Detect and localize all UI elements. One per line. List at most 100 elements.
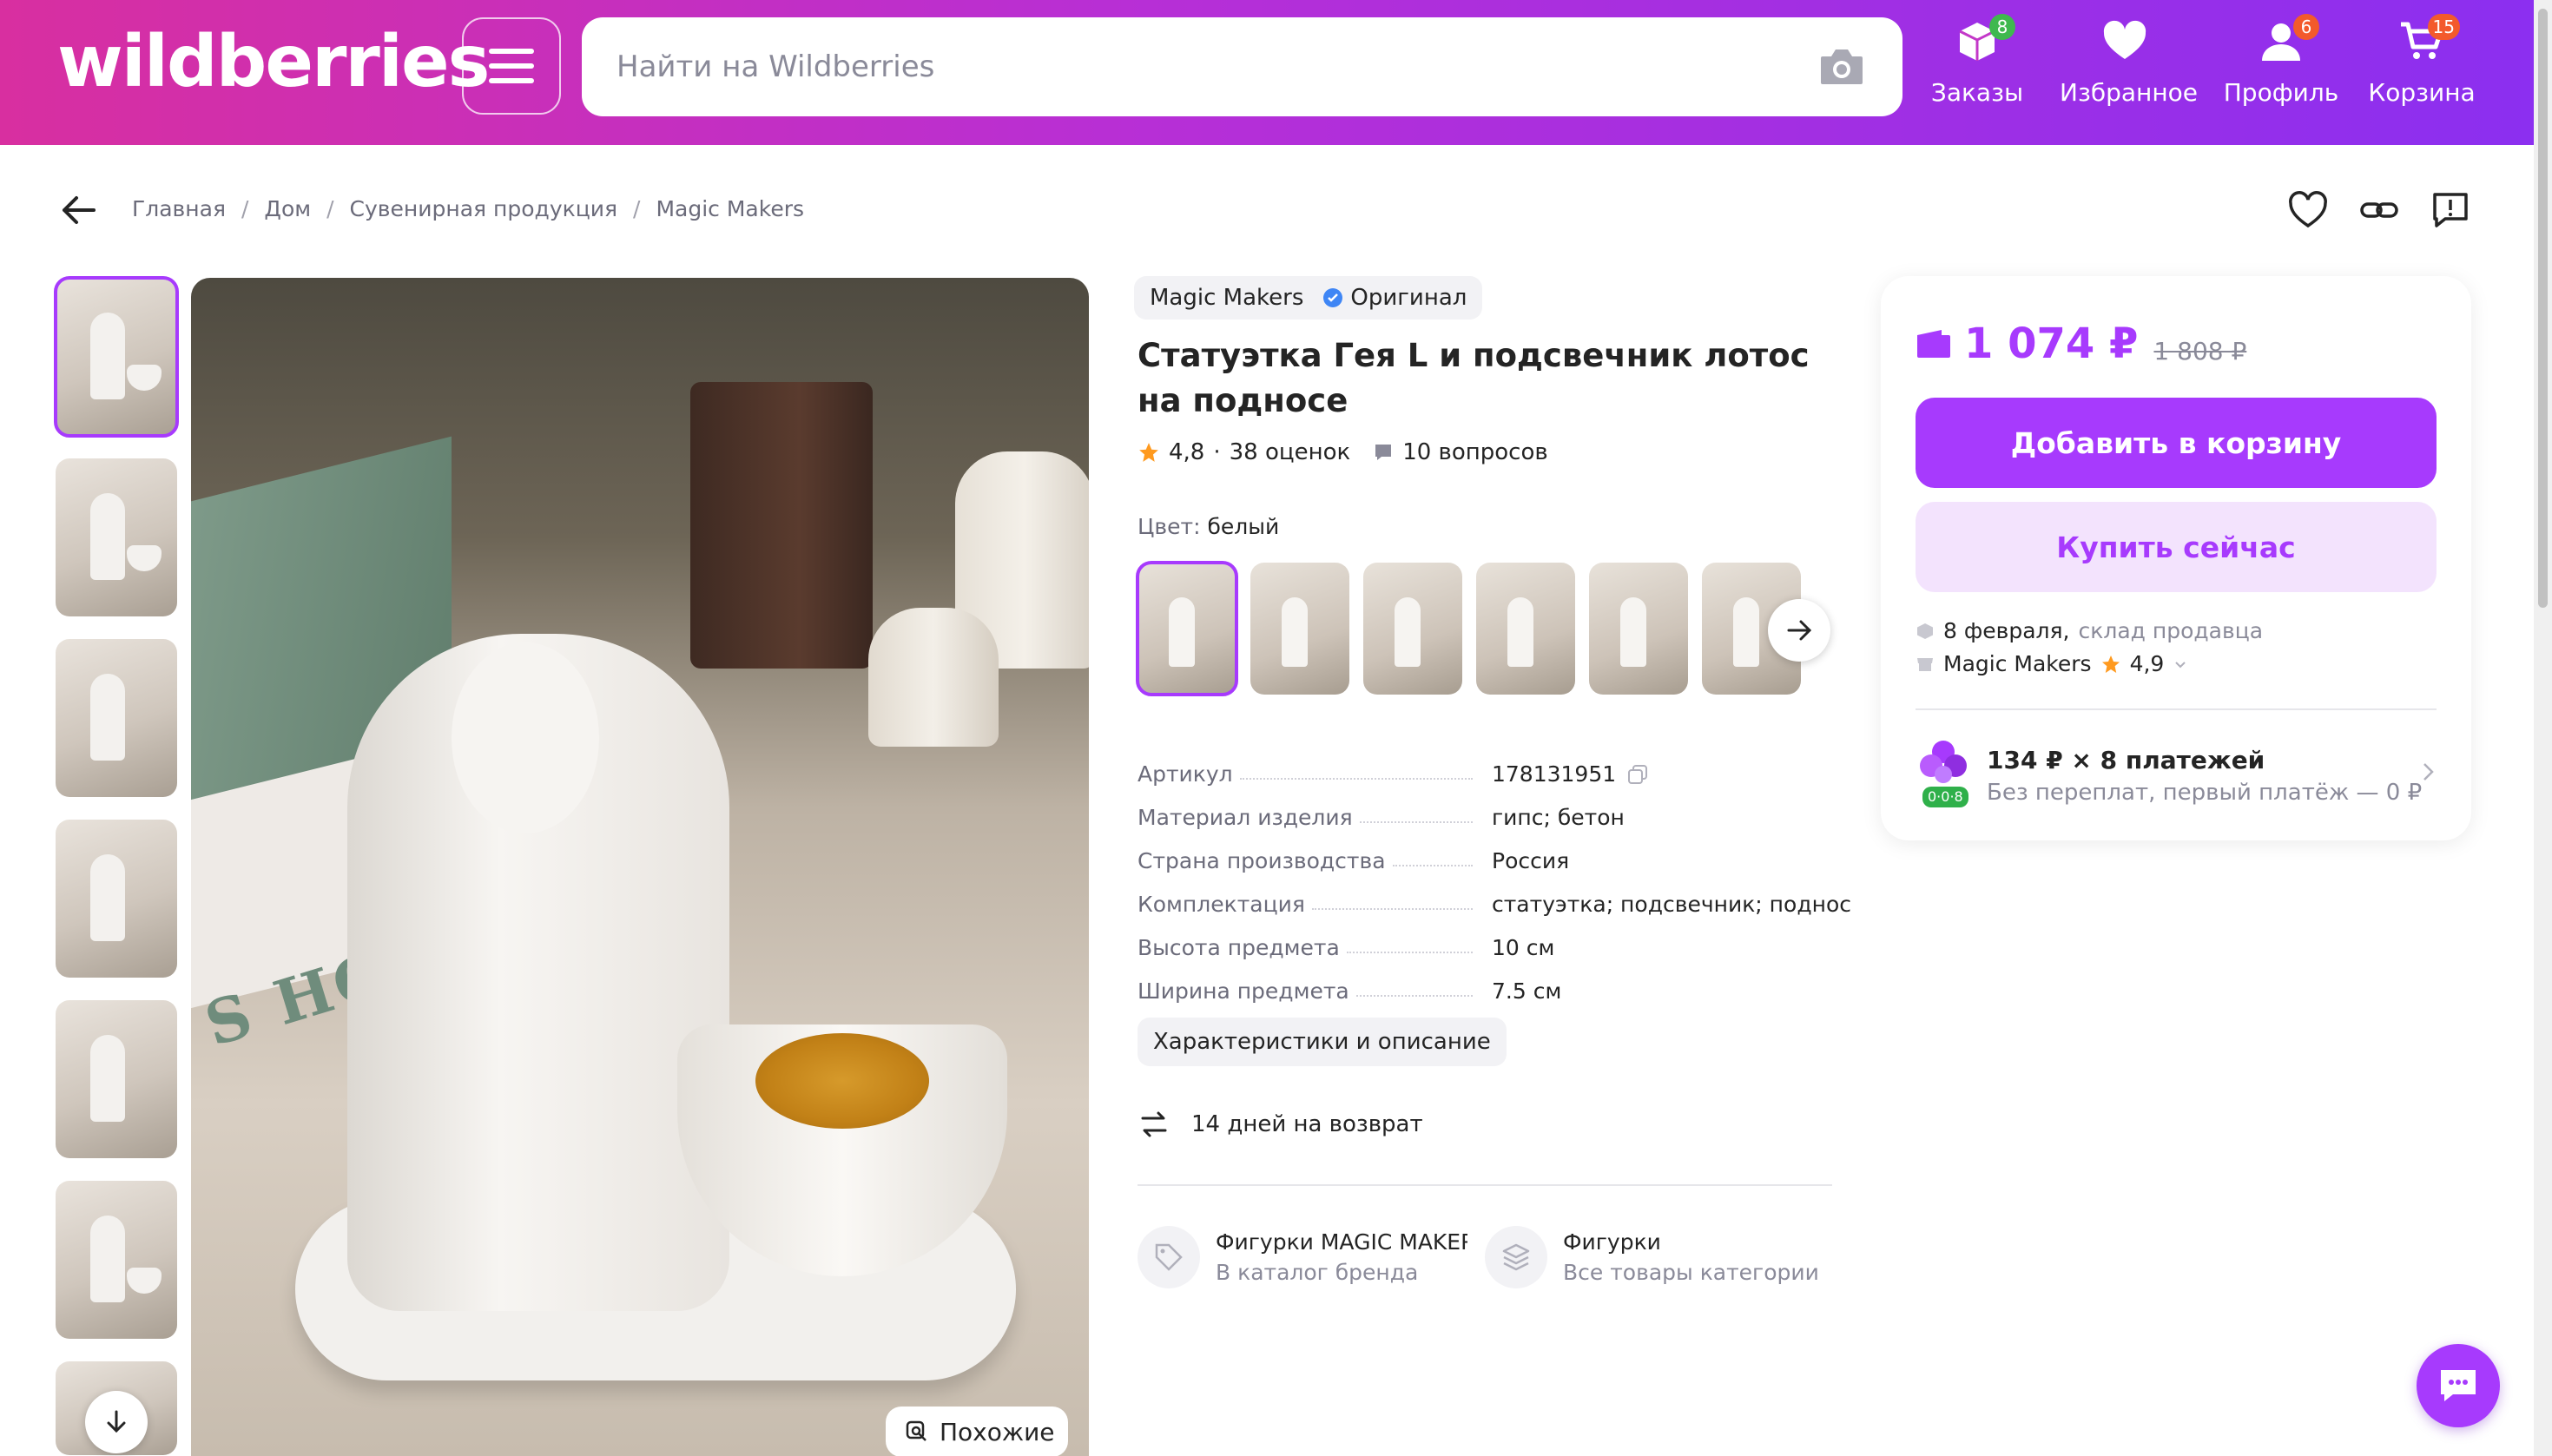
cart-badge: 15 bbox=[2427, 14, 2460, 40]
description-button[interactable]: Характеристики и описание bbox=[1138, 1018, 1507, 1066]
chat-bubble-icon bbox=[2441, 1370, 2476, 1401]
nav-orders[interactable]: 8 Заказы bbox=[1912, 14, 2042, 122]
spec-row: Артикул 178131951 bbox=[1138, 743, 1832, 787]
breadcrumb-brand[interactable]: Magic Makers bbox=[656, 196, 804, 221]
swatches-next-button[interactable] bbox=[1768, 599, 1830, 662]
thumbnail[interactable] bbox=[56, 639, 177, 797]
brand-name: Magic Makers bbox=[1150, 285, 1304, 311]
color-swatch[interactable] bbox=[1363, 563, 1462, 695]
wildberries-logo[interactable]: wildberries bbox=[57, 19, 490, 106]
thumbnail-list bbox=[54, 276, 179, 1455]
installment-block[interactable]: 0·0·8 134 ₽ × 8 платежей Без переплат, п… bbox=[1916, 736, 2437, 814]
category-link[interactable]: Фигурки Все товары категории bbox=[1485, 1226, 1819, 1288]
chat-button[interactable] bbox=[2417, 1344, 2500, 1427]
delivery-info: 8 февраля, склад продавца Magic Makers 4,… bbox=[1916, 615, 2263, 681]
menu-button[interactable] bbox=[462, 17, 561, 115]
brand-chip[interactable]: Magic Makers Оригинал bbox=[1134, 276, 1483, 320]
share-link-icon[interactable] bbox=[2358, 189, 2400, 231]
spec-row: Высота предмета 10 см bbox=[1138, 935, 1555, 960]
scrollbar-thumb[interactable] bbox=[2538, 9, 2548, 608]
questions[interactable]: 10 вопросов bbox=[1373, 439, 1548, 465]
cart-icon: 15 bbox=[2397, 14, 2460, 66]
product-main-image[interactable]: S HOMES bbox=[191, 278, 1089, 1456]
chevron-down-icon bbox=[2175, 662, 2186, 669]
page-scrollbar[interactable] bbox=[2534, 0, 2552, 1456]
nav-cart[interactable]: 15 Корзина bbox=[2357, 14, 2487, 122]
shop-icon bbox=[1917, 658, 1933, 671]
chevron-right-icon bbox=[2423, 763, 2434, 781]
box-icon: 8 bbox=[1953, 14, 2015, 66]
nav-profile[interactable]: 6 Профиль bbox=[2216, 14, 2346, 122]
star-icon bbox=[1139, 443, 1158, 462]
star-icon bbox=[2101, 656, 2120, 673]
favorite-heart-icon[interactable] bbox=[2287, 189, 2329, 231]
current-price: 1 074 ₽ bbox=[1964, 320, 2139, 368]
wallet-icon bbox=[1917, 330, 1950, 358]
similar-search-icon bbox=[906, 1420, 927, 1441]
buy-now-button[interactable]: Купить сейчас bbox=[1916, 502, 2437, 592]
return-info[interactable]: 14 дней на возврат bbox=[1138, 1108, 1423, 1141]
similar-button[interactable]: Похожие bbox=[886, 1407, 1068, 1456]
breadcrumb-home-goods[interactable]: Дом bbox=[264, 196, 311, 221]
nav-cart-label: Корзина bbox=[2368, 78, 2476, 107]
copy-icon[interactable] bbox=[1626, 763, 1649, 786]
add-to-cart-button[interactable]: Добавить в корзину bbox=[1916, 398, 2437, 488]
seller-row[interactable]: Magic Makers 4,9 bbox=[1916, 648, 2263, 681]
article-value: 178131951 bbox=[1492, 761, 1617, 787]
user-icon: 6 bbox=[2257, 14, 2319, 66]
nav-favorites[interactable]: Избранное bbox=[2060, 17, 2199, 122]
clover-logo-icon: 0·0·8 bbox=[1916, 736, 1971, 814]
installment-chip: 0·0·8 bbox=[1922, 787, 1968, 807]
thumbnail[interactable] bbox=[56, 820, 177, 978]
arrow-right-icon bbox=[1787, 620, 1812, 641]
product-title: Статуэтка Гея L и подсвечник лотос на по… bbox=[1138, 337, 1810, 419]
back-arrow-icon[interactable] bbox=[59, 193, 97, 227]
spec-row: Материал изделия гипс; бетон bbox=[1138, 805, 1625, 830]
search-input[interactable] bbox=[617, 17, 1745, 116]
search-bar bbox=[582, 17, 1902, 116]
color-swatches bbox=[1136, 561, 1801, 696]
orders-badge: 8 bbox=[1989, 14, 2015, 40]
similar-label: Похожие bbox=[940, 1417, 1055, 1446]
profile-badge: 6 bbox=[2293, 14, 2319, 40]
breadcrumb-souvenirs[interactable]: Сувенирная продукция bbox=[350, 196, 617, 221]
spec-row: Страна производства Россия bbox=[1138, 848, 1570, 873]
breadcrumb-home[interactable]: Главная bbox=[132, 196, 226, 221]
tag-icon bbox=[1138, 1226, 1200, 1288]
nav-profile-label: Профиль bbox=[2223, 78, 2339, 107]
original-badge: Оригинал bbox=[1322, 276, 1467, 320]
color-label: Цвет: белый bbox=[1138, 514, 1280, 539]
arrow-down-icon bbox=[107, 1410, 126, 1433]
spec-row: Ширина предмета 7.5 см bbox=[1138, 978, 1562, 1004]
verified-icon bbox=[1323, 288, 1343, 307]
thumbnail[interactable] bbox=[56, 458, 177, 616]
color-swatch[interactable] bbox=[1136, 561, 1238, 696]
nav-orders-label: Заказы bbox=[1930, 78, 2024, 107]
thumbnail[interactable] bbox=[56, 1000, 177, 1158]
buy-card: 1 074 ₽ 1 808 ₽ Добавить в корзину Купит… bbox=[1881, 276, 2471, 840]
heart-icon bbox=[2100, 17, 2149, 66]
report-icon[interactable] bbox=[2430, 189, 2471, 231]
nav-favorites-label: Избранное bbox=[2060, 78, 2199, 107]
breadcrumb: Главная / Дом / Сувенирная продукция / Magi… bbox=[132, 196, 805, 221]
question-bubble-icon bbox=[1375, 445, 1392, 460]
old-price: 1 808 ₽ bbox=[2153, 337, 2247, 366]
rating-row: 4,8 · 38 оценок 10 вопросов bbox=[1138, 439, 1548, 465]
color-swatch[interactable] bbox=[1250, 563, 1349, 695]
dark-candle bbox=[690, 382, 873, 669]
camera-icon[interactable] bbox=[1819, 46, 1864, 86]
specs-list: Артикул 178131951 Материал изделия гипс;… bbox=[1138, 743, 1851, 1004]
box-small-icon bbox=[1917, 623, 1933, 639]
rating[interactable]: 4,8 · 38 оценок bbox=[1138, 439, 1350, 465]
installment-subtitle: Без переплат, первый платёж — 0 ₽ bbox=[1987, 779, 2423, 806]
color-swatch[interactable] bbox=[1476, 563, 1575, 695]
color-swatch[interactable] bbox=[1589, 563, 1688, 695]
thumbnails-scroll-down-button[interactable] bbox=[85, 1391, 148, 1453]
thumbnail[interactable] bbox=[54, 276, 179, 438]
tealight bbox=[755, 1033, 929, 1129]
layers-icon bbox=[1485, 1226, 1547, 1288]
price-block: 1 074 ₽ 1 808 ₽ bbox=[1916, 320, 2246, 368]
brand-catalog-link[interactable]: Фигурки MAGIC MAKERS В каталог бренда bbox=[1138, 1226, 1467, 1288]
return-arrows-icon bbox=[1141, 1111, 1167, 1137]
thumbnail[interactable] bbox=[56, 1181, 177, 1339]
